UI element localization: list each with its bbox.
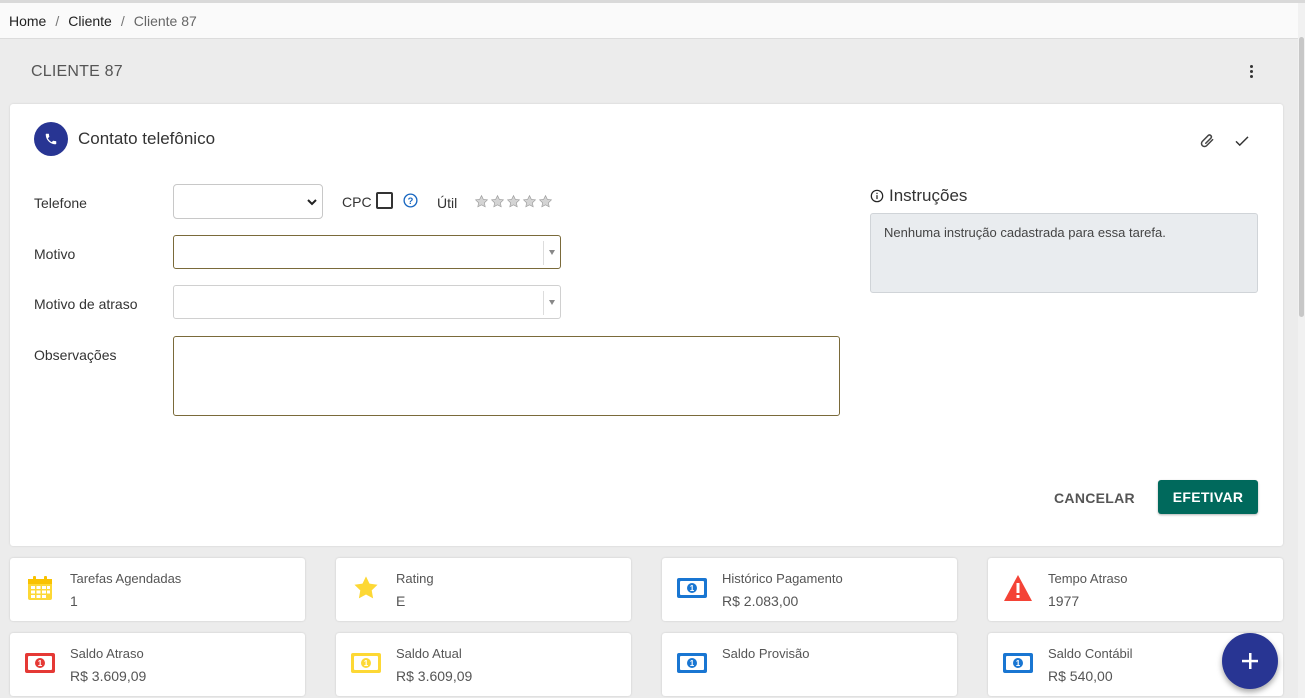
breadcrumb-separator: / xyxy=(120,12,125,29)
star-empty-icon[interactable] xyxy=(506,194,521,209)
kpi-label: Saldo Provisão xyxy=(722,646,810,661)
cancel-button[interactable]: CANCELAR xyxy=(1050,481,1139,515)
kpi-card: Rating E xyxy=(336,558,631,621)
page-header: CLIENTE 87 xyxy=(10,40,1283,103)
money-icon: 1 xyxy=(1002,647,1034,679)
kpi-card: 1 Saldo Atraso R$ 3.609,09 xyxy=(10,633,305,696)
observacoes-textarea[interactable] xyxy=(173,336,840,416)
contact-card: Contato telefônico Telefone CPC ? Útil M… xyxy=(10,104,1283,546)
kpi-label: Histórico Pagamento xyxy=(722,571,843,586)
page-title: CLIENTE 87 xyxy=(31,62,123,80)
help-icon[interactable]: ? xyxy=(403,193,418,208)
observacoes-label: Observações xyxy=(34,347,117,363)
money-icon: 1 xyxy=(676,647,708,679)
breadcrumb-separator: / xyxy=(55,12,60,29)
kpi-card: 1 Histórico Pagamento R$ 2.083,00 xyxy=(662,558,957,621)
money-icon: 1 xyxy=(24,647,56,679)
phone-icon xyxy=(34,122,68,156)
instrucoes-title: Instruções xyxy=(889,186,968,205)
svg-text:1: 1 xyxy=(38,659,43,668)
breadcrumb-cliente[interactable]: Cliente xyxy=(68,13,112,29)
svg-text:?: ? xyxy=(408,196,414,206)
money-icon: 1 xyxy=(350,647,382,679)
kpi-label: Saldo Atraso xyxy=(70,646,144,661)
scrollbar-thumb[interactable] xyxy=(1299,37,1304,317)
star-empty-icon[interactable] xyxy=(490,194,505,209)
svg-text:1: 1 xyxy=(690,659,695,668)
motivo-label: Motivo xyxy=(34,246,76,262)
motivo-atraso-label: Motivo de atraso xyxy=(34,296,138,312)
kpi-card: 1 Saldo Provisão xyxy=(662,633,957,696)
kpi-card: Tempo Atraso 1977 xyxy=(988,558,1283,621)
kpi-label: Rating xyxy=(396,571,434,586)
dropdown-arrow-icon xyxy=(549,300,555,305)
chevron-down-icon xyxy=(307,199,317,206)
calendar-icon xyxy=(24,572,56,604)
money-icon: 1 xyxy=(676,572,708,604)
dropdown-arrow-icon xyxy=(549,250,555,255)
cpc-checkbox[interactable] xyxy=(375,191,393,209)
scrollbar[interactable] xyxy=(1298,3,1305,698)
plus-icon xyxy=(1242,653,1258,669)
kpi-card: 1 Saldo Atual R$ 3.609,09 xyxy=(336,633,631,696)
motivo-select[interactable] xyxy=(173,235,561,269)
kpi-value: E xyxy=(396,593,406,609)
card-title: Contato telefônico xyxy=(78,129,216,148)
svg-text:1: 1 xyxy=(364,659,369,668)
util-label: Útil xyxy=(437,195,458,211)
check-icon[interactable] xyxy=(1233,132,1251,150)
kpi-label: Saldo Atual xyxy=(396,646,462,661)
star-empty-icon[interactable] xyxy=(474,194,489,209)
star-empty-icon[interactable] xyxy=(538,194,553,209)
star-empty-icon[interactable] xyxy=(522,194,537,209)
kpi-value: R$ 3.609,09 xyxy=(70,668,147,684)
kpi-label: Tempo Atraso xyxy=(1048,571,1128,586)
instrucoes-heading: Instruções xyxy=(870,186,967,206)
cpc-field: CPC xyxy=(342,191,393,210)
breadcrumb-current: Cliente 87 xyxy=(133,12,197,29)
kpi-value: R$ 540,00 xyxy=(1048,668,1113,684)
info-icon xyxy=(870,189,884,203)
kpi-label: Saldo Contábil xyxy=(1048,646,1133,661)
kpi-value: 1 xyxy=(70,593,78,609)
add-fab-button[interactable] xyxy=(1222,633,1278,689)
instrucoes-box: Nenhuma instrução cadastrada para essa t… xyxy=(870,213,1258,293)
svg-text:1: 1 xyxy=(1016,659,1021,668)
more-options-icon[interactable] xyxy=(1250,65,1253,78)
breadcrumb-home[interactable]: Home xyxy=(9,13,46,29)
motivo-atraso-select[interactable] xyxy=(173,285,561,319)
submit-button[interactable]: EFETIVAR xyxy=(1158,480,1258,514)
breadcrumb: Home / Cliente / Cliente 87 xyxy=(0,3,1298,39)
telefone-label: Telefone xyxy=(34,195,87,211)
star-icon xyxy=(350,572,382,604)
kpi-card: Tarefas Agendadas 1 xyxy=(10,558,305,621)
card-header: Contato telefônico xyxy=(34,122,215,156)
card-actions xyxy=(1199,132,1251,150)
kpi-value: R$ 3.609,09 xyxy=(396,668,473,684)
cpc-label: CPC xyxy=(342,194,372,210)
kpi-label: Tarefas Agendadas xyxy=(70,571,182,586)
svg-text:1: 1 xyxy=(690,584,695,593)
telefone-select[interactable] xyxy=(173,184,323,219)
attachment-icon[interactable] xyxy=(1199,132,1217,150)
util-rating[interactable] xyxy=(474,194,553,209)
kpi-value: R$ 2.083,00 xyxy=(722,593,799,609)
warning-icon xyxy=(1002,572,1034,604)
kpi-value: 1977 xyxy=(1048,593,1080,609)
